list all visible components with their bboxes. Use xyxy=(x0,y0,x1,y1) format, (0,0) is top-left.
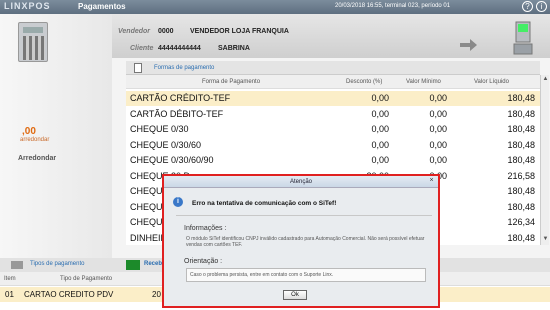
col-valor-liquido: Valor Líquido xyxy=(474,79,509,85)
discount-cell: 0,00 xyxy=(371,108,389,119)
table-row[interactable]: CHEQUE 0/30/60 0,00 0,00 180,48 xyxy=(126,138,540,153)
net-value-cell: 180,48 xyxy=(507,186,535,196)
min-value-cell: 0,00 xyxy=(429,93,447,103)
scroll-up-icon[interactable]: ▲ xyxy=(542,76,549,83)
discount-cell: 0,00 xyxy=(371,155,389,165)
scroll-down-icon[interactable]: ▼ xyxy=(542,236,549,243)
payment-forms-label: Formas de pagamento xyxy=(154,65,215,71)
net-value-cell: 180,48 xyxy=(507,124,535,134)
help-icon[interactable]: ? xyxy=(522,1,533,12)
item-value: 20 xyxy=(152,290,161,299)
table-row[interactable]: CHEQUE 0/30 0,00 0,00 180,48 xyxy=(126,122,540,137)
min-value-cell: 0,00 xyxy=(429,139,447,150)
col-valor-minimo: Valor Mínimo xyxy=(406,79,441,85)
col-forma: Forma de Pagamento xyxy=(202,79,261,85)
status-indicator xyxy=(126,260,140,270)
document-icon xyxy=(134,63,142,73)
vendedor-label: Vendedor xyxy=(118,28,151,35)
left-panel: ,00 arredondar Arredondar xyxy=(0,14,112,259)
arredondar-label[interactable]: Arredondar xyxy=(18,155,56,162)
info-icon: i xyxy=(173,197,183,207)
info-label: Informações : xyxy=(184,225,227,232)
cliente-label: Cliente xyxy=(130,45,154,52)
arredondar-sub: arredondar xyxy=(20,137,50,143)
error-dialog: Atenção × i Erro na tentativa de comunic… xyxy=(162,174,440,308)
title-bar: LINXPOS Pagamentos 20/03/2018 16:55, ter… xyxy=(0,0,550,14)
payment-form-cell: CARTÃO CRÉDITO-TEF xyxy=(130,93,231,103)
net-value-cell: 180,48 xyxy=(507,201,535,212)
cliente-code[interactable]: 44444444444 xyxy=(158,45,201,52)
session-info: 20/03/2018 16:55, terminal 023, período … xyxy=(335,3,451,9)
net-value-cell: 180,48 xyxy=(507,155,535,165)
divider xyxy=(176,215,432,216)
discount-cell: 0,00 xyxy=(371,93,389,103)
table-row[interactable]: CARTÃO CRÉDITO-TEF 0,00 0,00 180,48 xyxy=(126,91,540,106)
window-title: Pagamentos xyxy=(78,2,126,11)
discount-cell: 0,00 xyxy=(371,124,389,134)
min-value-cell: 0,00 xyxy=(429,124,447,134)
vendedor-code[interactable]: 0000 xyxy=(158,28,174,35)
vendedor-name: VENDEDOR LOJA FRANQUIA xyxy=(190,28,289,35)
item-number: 01 xyxy=(5,290,14,299)
net-value-cell: 216,58 xyxy=(507,170,535,181)
calculator-icon[interactable] xyxy=(18,22,48,62)
app-logo: LINXPOS xyxy=(4,1,51,11)
discount-cell: 0,00 xyxy=(371,139,389,150)
net-value-cell: 180,48 xyxy=(507,93,535,103)
net-value-cell: 180,48 xyxy=(507,232,535,243)
payment-form-cell: CHEQUE 0/30/60/90 xyxy=(130,155,214,165)
cliente-name: SABRINA xyxy=(218,45,250,52)
payment-forms-tab[interactable]: Formas de pagamento xyxy=(126,61,540,75)
orientation-label: Orientação : xyxy=(184,258,223,265)
col-item: Item xyxy=(4,276,16,282)
orientation-text: Caso o problema persista, entre em conta… xyxy=(186,268,426,282)
col-desconto: Desconto (%) xyxy=(346,79,383,85)
pos-terminal-icon xyxy=(513,21,533,55)
payment-form-cell: CHEQUE 0/30 xyxy=(130,124,189,134)
item-type: CARTAO CREDITO PDV xyxy=(24,290,114,299)
net-value-cell: 180,48 xyxy=(507,139,535,150)
col-tipo: Tipo de Pagamento xyxy=(60,276,113,282)
net-value-cell: 180,48 xyxy=(507,108,535,119)
table-row[interactable]: CARTÃO DÉBITO-TEF 0,00 0,00 180,48 xyxy=(126,107,540,122)
min-value-cell: 0,00 xyxy=(429,108,447,119)
payment-form-cell: CHEQUE 0/30/60 xyxy=(130,139,202,150)
dialog-title: Atenção xyxy=(164,176,438,188)
close-icon[interactable]: × xyxy=(427,177,436,186)
grid-scrollbar[interactable]: ▲ ▼ xyxy=(540,75,549,245)
payment-types-label: Tipos de pagamento xyxy=(30,261,85,267)
ok-button[interactable]: Ok xyxy=(283,290,307,300)
info-icon[interactable]: i xyxy=(536,1,547,12)
payment-form-cell: CARTÃO DÉBITO-TEF xyxy=(130,108,224,119)
table-row[interactable]: CHEQUE 0/30/60/90 0,00 0,00 180,48 xyxy=(126,153,540,168)
net-value-cell: 126,34 xyxy=(507,217,535,227)
min-value-cell: 0,00 xyxy=(429,155,447,165)
arredondar-logo[interactable]: ,00 xyxy=(22,126,36,137)
arrow-right-icon[interactable] xyxy=(458,38,478,52)
grid-header: Forma de Pagamento Desconto (%) Valor Mí… xyxy=(126,75,540,89)
card-icon xyxy=(11,261,23,269)
info-text: O módulo SiTef identificou CNPJ inválido… xyxy=(186,236,425,248)
dialog-heading: Erro na tentativa de comunicação com o S… xyxy=(192,200,337,207)
